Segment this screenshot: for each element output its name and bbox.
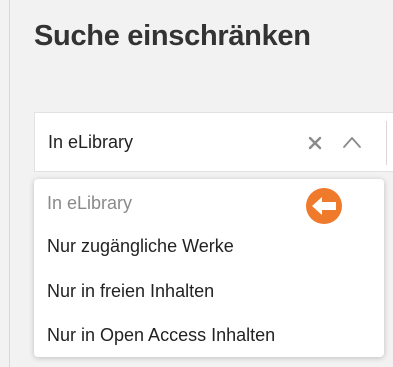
chevron-up-icon[interactable] (341, 133, 363, 151)
option-nur-in-freien-inhalten[interactable]: Nur in freien Inhalten (47, 281, 214, 302)
filter-title: Suche einschränken (34, 20, 311, 52)
select-separator (386, 121, 387, 165)
scope-select[interactable]: In eLibrary (34, 112, 393, 172)
scope-dropdown-menu: In eLibrary Nur zugängliche Werke Nur in… (34, 179, 384, 357)
panel-divider (9, 0, 10, 367)
option-nur-in-open-access-inhalten[interactable]: Nur in Open Access Inhalten (47, 325, 275, 346)
option-nur-zugaengliche-werke[interactable]: Nur zugängliche Werke (47, 236, 234, 257)
orange-arrow-left-icon (306, 188, 342, 224)
close-icon[interactable] (308, 136, 322, 150)
scope-select-value: In eLibrary (48, 132, 134, 152)
option-in-elibrary[interactable]: In eLibrary (47, 193, 132, 214)
